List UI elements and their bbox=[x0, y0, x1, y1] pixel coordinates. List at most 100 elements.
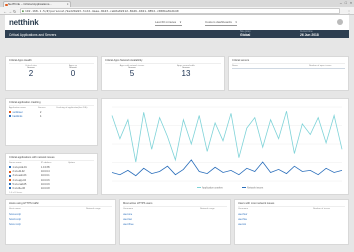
column-header[interactable]: Username bbox=[123, 208, 133, 210]
server-name: 5 srv-mail-05 bbox=[12, 182, 27, 186]
server-ip: 10.0.0.9 bbox=[41, 182, 50, 186]
close-window-icon[interactable]: × bbox=[350, 1, 352, 5]
date-display[interactable]: Current time 26 Jun 2018 bbox=[300, 31, 319, 37]
column-header[interactable]: Uptime bbox=[68, 162, 75, 164]
server-name: 3 srv-web-03 bbox=[12, 174, 27, 178]
table-row[interactable]: user.five bbox=[238, 218, 247, 221]
app-name: backlinks bbox=[12, 115, 23, 118]
table-row[interactable]: sunflower bbox=[9, 111, 23, 114]
status-swatch bbox=[9, 183, 11, 186]
column-header[interactable]: Name bbox=[232, 65, 238, 67]
table-row[interactable]: user.four bbox=[238, 213, 247, 216]
server-ip: 10.0.0.8 bbox=[41, 187, 50, 190]
status-swatch bbox=[9, 174, 11, 177]
series-line-1[interactable] bbox=[111, 111, 343, 163]
reload-icon[interactable]: ↻ bbox=[13, 9, 16, 14]
column-header[interactable]: Crashing of application(last 24h) bbox=[56, 107, 87, 109]
window-controls: – □ × bbox=[340, 1, 352, 5]
network-issues-users-title: Users with most network issues bbox=[238, 202, 275, 205]
legend-swatch bbox=[9, 111, 11, 114]
browser-menu-icon[interactable]: ⋮ bbox=[347, 9, 351, 14]
server-name: 1 srv-prod-01 bbox=[12, 166, 27, 169]
column-header[interactable]: Servers bbox=[38, 107, 46, 109]
tab-title: NetThink – Critical Applications... bbox=[8, 2, 52, 6]
chart-panel: Application crashes Network issues bbox=[101, 98, 349, 195]
hosts-https-title: Hosts using HTTPS traffic bbox=[9, 202, 39, 205]
url-input[interactable]: ● 192.168.1.5/#/personal/9ed29e93-3cd2-4… bbox=[20, 8, 340, 14]
dashboard-value: Custom dashboards bbox=[205, 20, 232, 24]
table-row[interactable]: 4 srv-app-04 bbox=[9, 179, 26, 182]
status-swatch bbox=[9, 166, 11, 169]
app-logo: netthink bbox=[9, 18, 39, 27]
legend-swatch bbox=[242, 187, 246, 188]
server-ip: 1.0.0.35 bbox=[41, 166, 50, 169]
time-range-select[interactable]: Last 60 minutes ▼ bbox=[155, 20, 182, 26]
server-ip: 10.0.0.6 bbox=[41, 178, 50, 182]
avatar[interactable] bbox=[337, 19, 343, 25]
network-issues-users-panel: Users with most network issues Username … bbox=[234, 199, 349, 245]
stat-apps-up[interactable]: Apps up Servers 0 bbox=[58, 65, 88, 78]
table-row[interactable]: backlinks bbox=[9, 115, 22, 118]
table-row[interactable]: 5 srv-mail-05 bbox=[9, 183, 26, 186]
divider bbox=[232, 63, 345, 64]
column-header[interactable]: IP address bbox=[41, 162, 51, 164]
table-row[interactable]: user.three bbox=[123, 223, 134, 226]
stat-unreachable[interactable]: Apps unreachable Servers 13 bbox=[164, 65, 208, 78]
table-row[interactable]: host-b.corp bbox=[9, 218, 21, 221]
address-bar-row: ← → ↻ ● 192.168.1.5/#/personal/9ed29e93-… bbox=[0, 7, 354, 15]
legend-label[interactable]: Network issues bbox=[247, 187, 264, 190]
app-header: netthink Last 60 minutes ▼ Custom dashboa… bbox=[5, 15, 349, 38]
column-header[interactable]: Network usage bbox=[200, 208, 215, 210]
table-row[interactable]: 6 srv-file-06 bbox=[9, 187, 25, 190]
reach-panel-title: Critical Apps Network Availability bbox=[105, 59, 143, 62]
legend-swatch bbox=[9, 115, 11, 118]
server-name: 4 srv-app-04 bbox=[12, 178, 26, 182]
column-header[interactable]: Number of issues bbox=[313, 208, 330, 210]
table-row[interactable]: user.two bbox=[123, 218, 132, 221]
stat-value: 0 bbox=[70, 69, 76, 78]
legend-label[interactable]: Application crashes bbox=[202, 187, 224, 190]
stat-value: 2 bbox=[28, 69, 34, 78]
active-users-panel: Most active HTTPS users Username Network… bbox=[119, 199, 231, 245]
table-row[interactable]: user.six bbox=[238, 223, 246, 226]
stat-network-issues[interactable]: Apps with network issues Servers 5 bbox=[110, 65, 154, 78]
table-row[interactable]: host-c.corp bbox=[9, 223, 21, 226]
dashboard-select[interactable]: Custom dashboards ▼ bbox=[205, 20, 238, 26]
legend-swatch bbox=[197, 187, 201, 188]
status-swatch bbox=[9, 178, 11, 181]
reach-panel: Critical Apps Network Availability Apps … bbox=[101, 56, 225, 91]
favicon-icon bbox=[5, 3, 8, 6]
chevron-down-icon: ▼ bbox=[179, 21, 182, 24]
servers-count: 4 bbox=[40, 115, 42, 118]
servers-panel: Critical applications with network issue… bbox=[5, 153, 98, 195]
minimize-icon[interactable]: – bbox=[340, 1, 342, 5]
forward-icon[interactable]: → bbox=[8, 9, 12, 14]
table-row[interactable]: 3 srv-web-03 bbox=[9, 174, 26, 177]
maximize-icon[interactable]: □ bbox=[345, 1, 347, 5]
column-header[interactable]: Network usage bbox=[86, 208, 101, 210]
table-row[interactable]: 2 srv-db-02 bbox=[9, 170, 25, 173]
column-header[interactable]: Number of open issues bbox=[309, 65, 332, 67]
alerts-panel-title: Critical servers bbox=[232, 59, 250, 62]
table-row[interactable]: host-a.corp bbox=[9, 213, 21, 216]
hosts-panel-title: Critical Apps Health bbox=[9, 59, 32, 62]
stat-value: 5 bbox=[129, 69, 135, 78]
back-icon[interactable]: ← bbox=[3, 9, 7, 14]
stat-value: 13 bbox=[181, 69, 191, 78]
page-title: Critical Applications and Servers bbox=[9, 32, 57, 37]
column-header[interactable]: Username bbox=[238, 208, 248, 210]
server-ip: 10.0.0.1 bbox=[41, 174, 50, 178]
column-header[interactable]: Hosts name bbox=[9, 208, 21, 210]
line-chart[interactable]: Application crashes Network issues bbox=[102, 99, 350, 196]
column-header[interactable]: Application name bbox=[9, 107, 26, 109]
table-row[interactable]: user.one bbox=[123, 213, 132, 216]
divider bbox=[238, 206, 345, 207]
server-name: 2 srv-db-02 bbox=[12, 170, 25, 174]
stat-critical-sites[interactable]: Critical sites Servers 2 bbox=[16, 65, 46, 78]
site-group-value: Global bbox=[240, 33, 251, 37]
site-group-filter[interactable]: Site group Global bbox=[240, 31, 250, 37]
column-header[interactable]: Server name bbox=[9, 162, 22, 164]
status-swatch bbox=[9, 170, 11, 173]
table-row[interactable]: 1 srv-prod-01 bbox=[9, 166, 27, 169]
chevron-down-icon: ▼ bbox=[234, 21, 238, 24]
